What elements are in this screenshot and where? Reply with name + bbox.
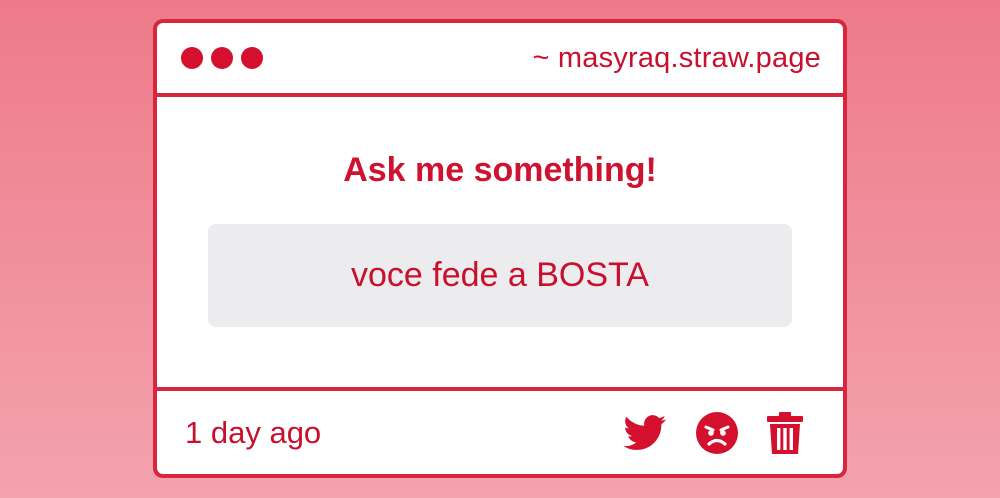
delete-button[interactable] [767, 411, 803, 454]
timestamp: 1 day ago [185, 414, 322, 450]
trash-icon [767, 411, 803, 454]
content-area: Ask me something! voce fede a BOSTA [157, 97, 843, 387]
window-dot-1[interactable] [181, 47, 203, 69]
report-button[interactable] [695, 411, 739, 455]
action-buttons [623, 411, 803, 455]
footer-bar: 1 day ago [157, 387, 843, 474]
question-box: voce fede a BOSTA [208, 224, 792, 327]
angry-face-icon [696, 411, 738, 454]
question-text: voce fede a BOSTA [351, 256, 649, 294]
page-url: ~ masyraq.straw.page [532, 41, 821, 74]
window-dot-2[interactable] [211, 47, 233, 69]
window-controls [181, 47, 263, 69]
window-dot-3[interactable] [241, 47, 263, 69]
twitter-share-button[interactable] [623, 414, 667, 451]
twitter-icon [623, 414, 666, 450]
message-window: ~ masyraq.straw.page Ask me something! v… [153, 19, 847, 478]
title-bar: ~ masyraq.straw.page [157, 23, 843, 97]
page-title: Ask me something! [343, 151, 657, 189]
